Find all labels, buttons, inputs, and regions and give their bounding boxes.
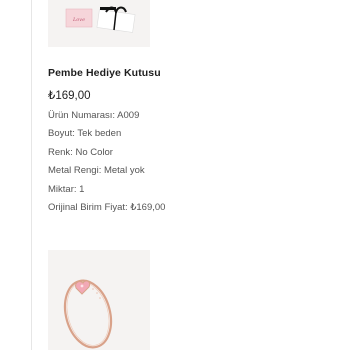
ring-illustration — [63, 279, 113, 349]
product-quantity: Miktar: 1 — [48, 184, 85, 195]
gift-box-product-image[interactable]: Love — [48, 0, 150, 47]
heart-pink-stone — [75, 280, 91, 295]
product-number: Ürün Numarası: A009 — [48, 110, 140, 121]
product-metal-color: Metal Rengi: Metal yok — [48, 165, 145, 176]
gift-box-illustration: Love — [65, 6, 136, 33]
ring-product-image[interactable] — [48, 250, 150, 350]
product-price: ₺169,00 — [48, 90, 91, 102]
product-original-unit-price: Orijinal Birim Fiyat: ₺169,00 — [48, 202, 166, 213]
box-brand-strip — [100, 7, 116, 10]
product-size: Boyut: Tek beden — [48, 128, 122, 139]
product-title[interactable]: Pembe Hediye Kutusu — [48, 67, 161, 79]
card-love-text: Love — [72, 17, 85, 23]
product-color: Renk: No Color — [48, 147, 113, 158]
left-divider — [31, 0, 32, 350]
